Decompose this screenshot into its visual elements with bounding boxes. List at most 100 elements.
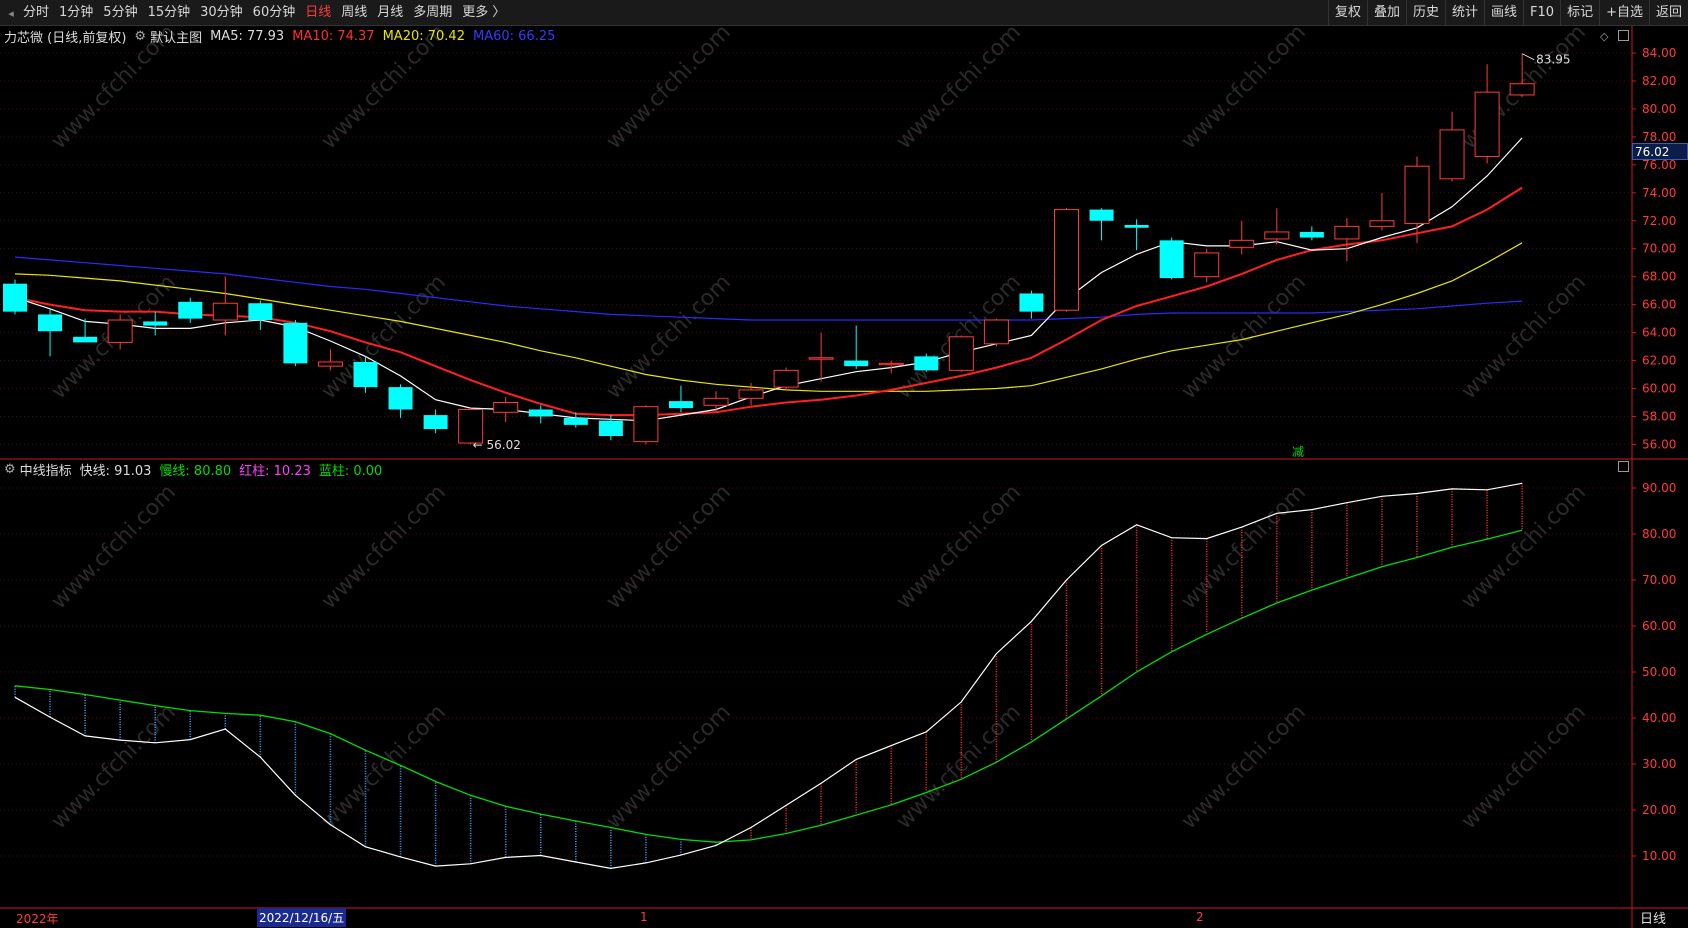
candle-body bbox=[1194, 252, 1220, 278]
price-axis-label: 82.00 bbox=[1642, 74, 1676, 88]
settings-icon[interactable]: ⚙ bbox=[134, 29, 146, 44]
candle-body bbox=[317, 361, 343, 367]
candle-body bbox=[1054, 209, 1079, 311]
candle-body bbox=[423, 415, 448, 430]
sub-axis-label: 80.00 bbox=[1642, 527, 1676, 541]
candle-body bbox=[1019, 293, 1044, 312]
price-axis-label: 80.00 bbox=[1642, 102, 1676, 116]
watermark-text: www.cfchi.com bbox=[602, 20, 736, 154]
candle-body bbox=[1404, 165, 1430, 225]
high-pointer bbox=[1521, 53, 1535, 61]
candle-body bbox=[668, 401, 693, 409]
candle-body bbox=[773, 369, 799, 388]
watermark-text: www.cfchi.com bbox=[602, 480, 736, 614]
stock-title: 力芯微 (日线,前复权) bbox=[4, 30, 127, 46]
watermark-text: www.cfchi.com bbox=[1457, 270, 1591, 404]
ma60-value: MA60: 66.25 bbox=[472, 28, 556, 44]
sub-indicator-name[interactable]: 中线指标 bbox=[20, 460, 72, 479]
candle-body bbox=[38, 314, 63, 332]
candle-body bbox=[983, 319, 1009, 345]
candle-body bbox=[528, 409, 553, 417]
candle-body bbox=[914, 356, 939, 371]
watermark-text: www.cfchi.com bbox=[602, 700, 736, 834]
watermark-text: www.cfchi.com bbox=[892, 480, 1026, 614]
sub-axis-label: 10.00 bbox=[1642, 849, 1676, 863]
watermark-text: www.cfchi.com bbox=[317, 270, 451, 404]
candle-body bbox=[1299, 231, 1324, 238]
sub-axis-label: 30.00 bbox=[1642, 757, 1676, 771]
month-2-label: 2 bbox=[1196, 910, 1204, 924]
candle-body bbox=[1509, 83, 1535, 96]
candle-body bbox=[563, 417, 588, 425]
watermark-text: www.cfchi.com bbox=[892, 700, 1026, 834]
candle-body bbox=[1474, 91, 1500, 157]
watermark-text: www.cfchi.com bbox=[1177, 480, 1311, 614]
candle-body bbox=[1264, 231, 1290, 240]
month-1-label: 1 bbox=[640, 910, 648, 924]
candle-body bbox=[1334, 225, 1360, 240]
candle-body bbox=[212, 302, 238, 321]
fast-line bbox=[14, 482, 1523, 870]
main-indicator-name[interactable]: 默认主图 bbox=[150, 27, 202, 46]
candle-body bbox=[143, 321, 168, 326]
sub-axis-label: 50.00 bbox=[1642, 665, 1676, 679]
main-legend: 力芯微 (日线,前复权) ⚙ 默认主图 MA5: 77.93 MA10: 74.… bbox=[0, 26, 563, 46]
sub-axis-label: 40.00 bbox=[1642, 711, 1676, 725]
sub-axis-label: 20.00 bbox=[1642, 803, 1676, 817]
cursor-date: 2022/12/16/五 bbox=[257, 908, 347, 927]
candle-body bbox=[353, 361, 378, 388]
candle-body bbox=[248, 303, 273, 321]
price-axis-label: 84.00 bbox=[1642, 46, 1676, 60]
price-axis-label: 58.00 bbox=[1642, 409, 1676, 423]
candle-body bbox=[633, 406, 659, 443]
price-axis-label: 74.00 bbox=[1642, 186, 1676, 200]
sub-axis-label: 70.00 bbox=[1642, 573, 1676, 587]
ma20-value: MA20: 70.42 bbox=[382, 28, 465, 44]
fast-line-value: 快线: 91.03 bbox=[79, 463, 152, 479]
candle-body bbox=[808, 357, 834, 360]
sub-settings-icon[interactable]: ⚙ bbox=[4, 462, 16, 477]
watermark-text: www.cfchi.com bbox=[317, 480, 451, 614]
candle-body bbox=[283, 322, 308, 364]
candle-body bbox=[1229, 239, 1255, 248]
ma5-value: MA5: 77.93 bbox=[210, 28, 285, 44]
sub-legend: ⚙ 中线指标 快线: 91.03 慢线: 80.80 红柱: 10.23 蓝柱:… bbox=[0, 459, 390, 479]
price-axis-label: 60.00 bbox=[1642, 382, 1676, 396]
period-label: 日线 bbox=[1640, 912, 1667, 927]
sub-axis-label: 60.00 bbox=[1642, 619, 1676, 633]
candle-body bbox=[388, 387, 413, 410]
price-axis-label: 72.00 bbox=[1642, 214, 1676, 228]
sub-maximize-icon[interactable] bbox=[1618, 461, 1629, 472]
price-axis-label: 64.00 bbox=[1642, 326, 1676, 340]
candle-body bbox=[878, 362, 904, 366]
candle-body bbox=[948, 336, 974, 371]
candle-body bbox=[1369, 220, 1395, 227]
candle-body bbox=[598, 420, 623, 437]
red-bar-value: 红柱: 10.23 bbox=[239, 463, 311, 479]
candle-body bbox=[107, 319, 133, 343]
candle-body bbox=[703, 397, 729, 406]
year-label: 2022年 bbox=[16, 912, 59, 926]
price-axis-label: 70.00 bbox=[1642, 242, 1676, 256]
ma10-value: MA10: 74.37 bbox=[292, 28, 375, 44]
watermark-text: www.cfchi.com bbox=[892, 20, 1026, 154]
slow-line-value: 慢线: 80.80 bbox=[159, 463, 232, 479]
diamond-icon[interactable]: ◇ bbox=[1600, 30, 1608, 43]
candle-body bbox=[1124, 224, 1149, 228]
last-price-tag: 76.02 bbox=[1632, 143, 1688, 160]
price-axis-label: 78.00 bbox=[1642, 130, 1676, 144]
candle-body bbox=[1089, 209, 1114, 221]
watermark-text: www.cfchi.com bbox=[317, 700, 451, 834]
candle-body bbox=[3, 283, 27, 312]
candle-body bbox=[1439, 129, 1465, 180]
low-price-label: ← 56.02 bbox=[473, 438, 521, 452]
maximize-icon[interactable] bbox=[1618, 30, 1629, 41]
watermark-text: www.cfchi.com bbox=[47, 480, 181, 614]
candle-body bbox=[493, 402, 519, 413]
watermark-text: www.cfchi.com bbox=[1177, 700, 1311, 834]
watermark-text: www.cfchi.com bbox=[1177, 20, 1311, 154]
sub-axis-label: 90.00 bbox=[1642, 481, 1676, 495]
candle-body bbox=[738, 389, 764, 399]
price-axis-label: 66.00 bbox=[1642, 298, 1676, 312]
signal-marker: 减 bbox=[1292, 445, 1304, 459]
